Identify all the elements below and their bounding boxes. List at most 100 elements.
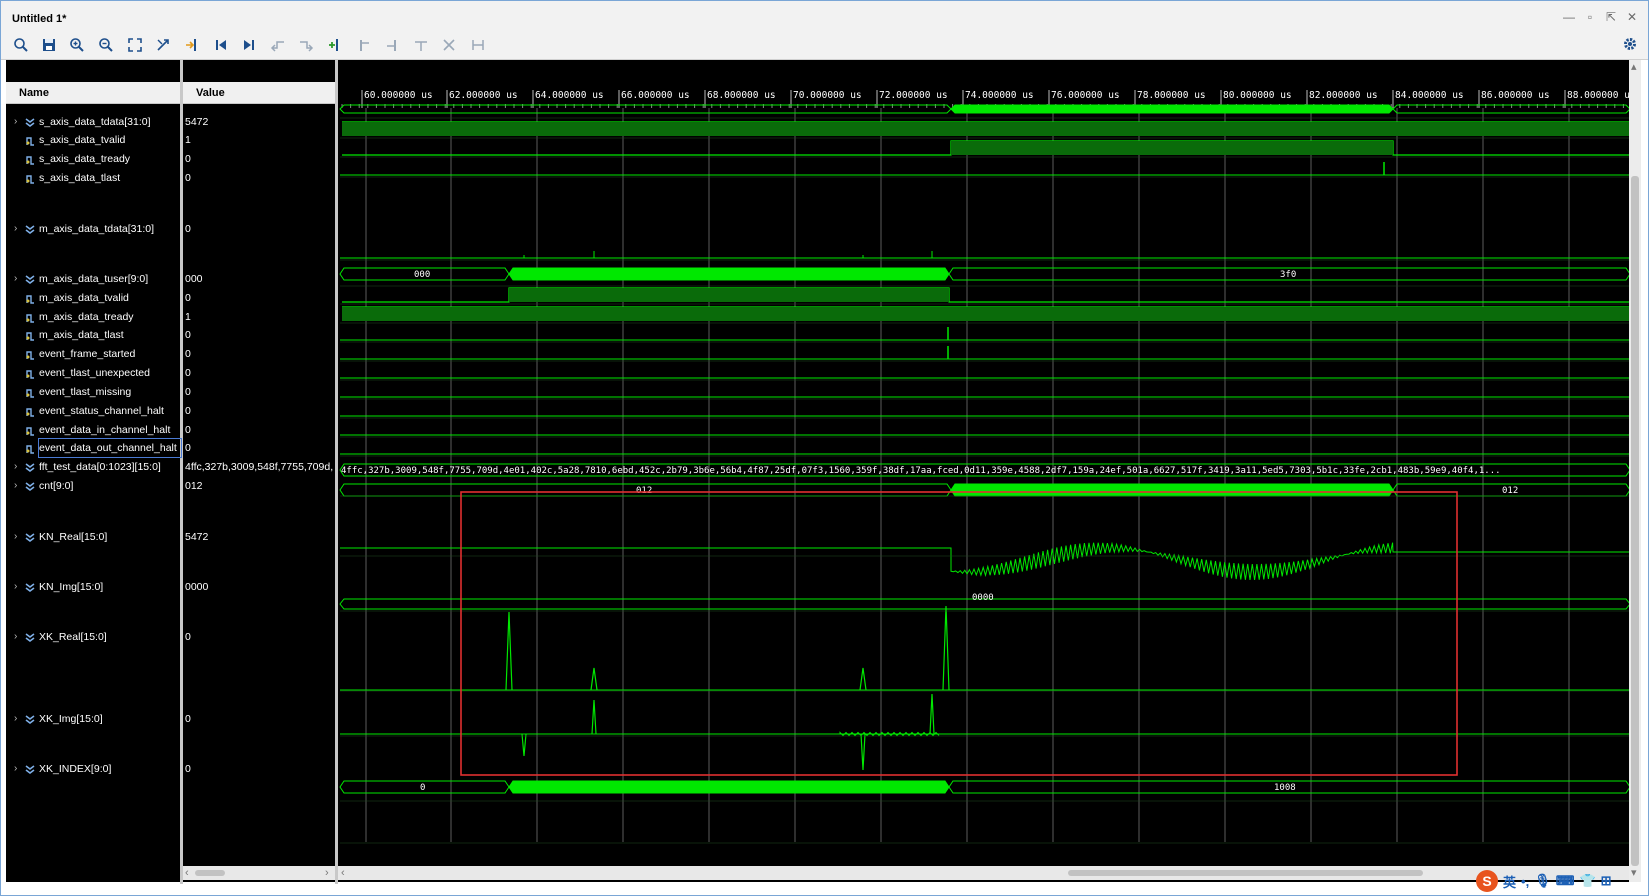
waveform-toolbar	[1, 31, 1648, 60]
signal-value: 0	[185, 631, 191, 643]
signal-name-label: m_axis_data_tlast	[39, 329, 124, 341]
keyboard-icon[interactable]: ⌨	[1556, 873, 1575, 889]
values-horizontal-scrollbar[interactable]: ‹ ›	[183, 866, 335, 880]
bus-signal-icon	[25, 482, 35, 491]
vertical-scrollbar[interactable]: ▴ ▾	[1629, 60, 1641, 882]
ime-language[interactable]: 英	[1503, 872, 1516, 891]
signal-name-label: m_axis_data_tready	[39, 311, 134, 323]
waveform-horizontal-scrollbar[interactable]: ‹	[338, 866, 1629, 880]
mic-icon[interactable]: 🎙	[1534, 873, 1551, 889]
restore-icon[interactable]: ▫	[1584, 11, 1596, 23]
fixed-cursor-icon[interactable]	[468, 35, 488, 55]
signal-value: 0	[185, 713, 191, 725]
xk-index-right-label: 1008	[1274, 783, 1296, 793]
signal-name-label: event_data_in_channel_halt	[39, 424, 171, 436]
scroll-right-icon[interactable]: ›	[325, 866, 329, 880]
signal-value: 0	[185, 763, 191, 775]
bus-signal-icon	[25, 533, 35, 542]
save-icon[interactable]	[39, 35, 59, 55]
signal-value: 0	[185, 424, 191, 436]
apps-icon[interactable]: ⊞	[1601, 873, 1612, 889]
name-column-header[interactable]: Name	[6, 82, 180, 104]
bit-signal-icon	[26, 408, 34, 417]
tuser-bus-active	[508, 267, 950, 281]
time-tick-label: 78.000000 us	[1137, 90, 1206, 101]
vertical-scroll-thumb[interactable]	[1631, 176, 1639, 866]
time-tick-label: 64.000000 us	[535, 90, 604, 101]
waveform-canvas[interactable]: 60.000000 us 62.000000 us 64.000000 us 66.0…	[338, 60, 1641, 882]
bit-signal-icon	[26, 137, 34, 146]
sogou-icon[interactable]: S	[1476, 870, 1498, 892]
expand-chevron-icon[interactable]: ›	[14, 710, 22, 728]
search-icon[interactable]	[11, 35, 31, 55]
expand-chevron-icon[interactable]: ›	[14, 528, 22, 546]
ime-punctuation[interactable]: •,	[1521, 874, 1529, 889]
prev-transition-icon[interactable]	[268, 35, 288, 55]
signal-name-label: s_axis_data_tdata[31:0]	[39, 116, 151, 128]
xk-index-bus-active	[508, 780, 950, 794]
swap-cursors-icon[interactable]	[411, 35, 431, 55]
s-tready-wave-fill	[951, 141, 1393, 155]
wave-scroll-left-icon[interactable]: ‹	[341, 866, 345, 880]
m-tready-wave-fill	[342, 307, 1630, 321]
signal-value: 1	[185, 134, 191, 146]
expand-chevron-icon[interactable]: ›	[14, 270, 22, 288]
float-icon[interactable]: ⇱	[1605, 11, 1617, 23]
time-tick-label: 66.000000 us	[621, 90, 690, 101]
zoom-in-icon[interactable]	[67, 35, 87, 55]
bus-signal-icon	[25, 633, 35, 642]
expand-chevron-icon[interactable]: ›	[14, 220, 22, 238]
time-tick-label: 60.000000 us	[364, 90, 433, 101]
waveform-scroll-thumb[interactable]	[1068, 870, 1423, 876]
close-icon[interactable]: ✕	[1626, 11, 1638, 23]
time-tick-label: 86.000000 us	[1481, 90, 1550, 101]
bit-signal-icon	[26, 332, 34, 341]
goto-start-icon[interactable]	[211, 35, 231, 55]
zoom-out-icon[interactable]	[96, 35, 116, 55]
values-scroll-thumb[interactable]	[195, 870, 225, 876]
bit-signal-icon	[26, 389, 34, 398]
signal-value: 000	[185, 273, 203, 285]
expand-chevron-icon[interactable]: ›	[14, 760, 22, 778]
cnt-right-label: 012	[1502, 486, 1518, 496]
zoom-fit-icon[interactable]	[125, 35, 145, 55]
delete-markers-icon[interactable]	[439, 35, 459, 55]
snap-icon[interactable]	[153, 35, 173, 55]
add-marker-icon[interactable]	[325, 35, 345, 55]
scroll-up-icon[interactable]: ▴	[1631, 60, 1637, 74]
goto-end-icon[interactable]	[239, 35, 259, 55]
prev-marker-icon[interactable]	[354, 35, 374, 55]
skin-icon[interactable]: 👕	[1579, 873, 1595, 889]
minimize-icon[interactable]: —	[1563, 11, 1575, 23]
signal-name-label: s_axis_data_tready	[39, 153, 131, 165]
scroll-left-icon[interactable]: ‹	[185, 866, 189, 880]
tdata-bus-active	[950, 104, 1394, 114]
tdata-bus-idle	[339, 104, 952, 114]
signal-name-label: XK_Real[15:0]	[39, 631, 107, 643]
waveform-viewer[interactable]: 60.000000 us 62.000000 us 64.000000 us 66.0…	[338, 60, 1641, 882]
highlight-box	[460, 491, 1458, 776]
bit-signal-icon	[26, 295, 34, 304]
goto-cursor-icon[interactable]	[182, 35, 202, 55]
next-marker-icon[interactable]	[382, 35, 402, 55]
signal-name-label: m_axis_data_tuser[9:0]	[39, 273, 149, 285]
signal-names-panel: Name › s_axis_data_tdata[31:0] s_axis_data…	[6, 82, 182, 882]
settings-gear-icon[interactable]	[1622, 36, 1640, 54]
expand-chevron-icon[interactable]: ›	[14, 628, 22, 646]
time-tick-label: 84.000000 us	[1395, 90, 1464, 101]
xk-real-spike	[942, 605, 950, 691]
signal-value: 4ffc,327b,3009,548f,7755,709d,	[185, 461, 333, 473]
time-tick-label: 70.000000 us	[793, 90, 862, 101]
bus-signal-icon	[25, 715, 35, 724]
next-transition-icon[interactable]	[296, 35, 316, 55]
bit-signal-icon	[26, 314, 34, 323]
expand-chevron-icon[interactable]: ›	[14, 477, 22, 495]
time-tick-label: 76.000000 us	[1051, 90, 1120, 101]
expand-chevron-icon[interactable]: ›	[14, 458, 22, 476]
bit-signal-icon	[26, 156, 34, 165]
xk-index-left-label: 0	[420, 783, 425, 793]
value-column-header[interactable]: Value	[183, 82, 335, 104]
bus-signal-icon	[25, 225, 35, 234]
expand-chevron-icon[interactable]: ›	[14, 578, 22, 596]
expand-chevron-icon[interactable]: ›	[14, 117, 22, 131]
